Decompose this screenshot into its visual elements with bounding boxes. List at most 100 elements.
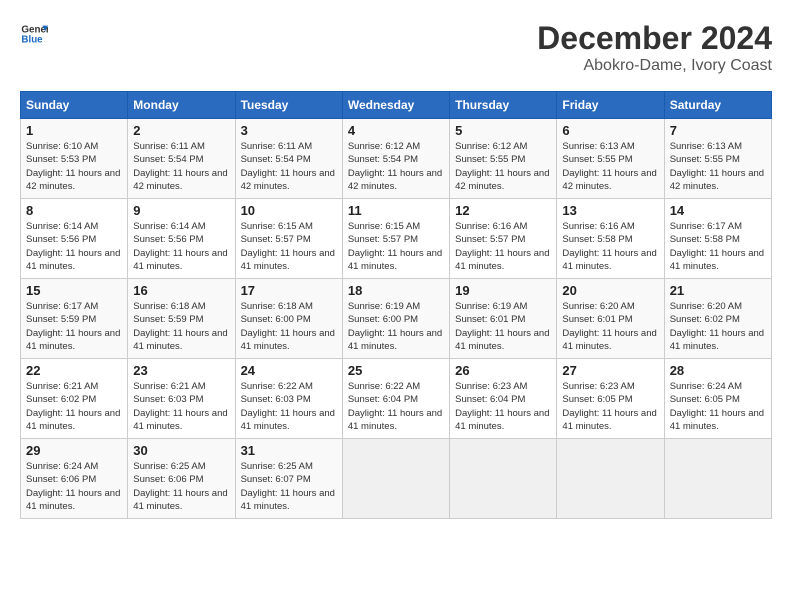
calendar-day-cell — [450, 439, 557, 519]
day-number: 23 — [133, 363, 229, 378]
day-number: 3 — [241, 123, 337, 138]
day-number: 9 — [133, 203, 229, 218]
day-info: Sunrise: 6:13 AMSunset: 5:55 PMDaylight:… — [670, 140, 766, 193]
day-number: 1 — [26, 123, 122, 138]
day-number: 30 — [133, 443, 229, 458]
weekday-header-cell: Monday — [128, 92, 235, 119]
logo-icon: General Blue — [20, 20, 48, 48]
day-info: Sunrise: 6:20 AMSunset: 6:01 PMDaylight:… — [562, 300, 658, 353]
calendar-day-cell: 17 Sunrise: 6:18 AMSunset: 6:00 PMDaylig… — [235, 279, 342, 359]
calendar-day-cell: 6 Sunrise: 6:13 AMSunset: 5:55 PMDayligh… — [557, 119, 664, 199]
day-number: 18 — [348, 283, 444, 298]
day-number: 17 — [241, 283, 337, 298]
calendar-day-cell: 27 Sunrise: 6:23 AMSunset: 6:05 PMDaylig… — [557, 359, 664, 439]
day-info: Sunrise: 6:19 AMSunset: 6:01 PMDaylight:… — [455, 300, 551, 353]
calendar-day-cell: 25 Sunrise: 6:22 AMSunset: 6:04 PMDaylig… — [342, 359, 449, 439]
day-info: Sunrise: 6:22 AMSunset: 6:03 PMDaylight:… — [241, 380, 337, 433]
day-info: Sunrise: 6:10 AMSunset: 5:53 PMDaylight:… — [26, 140, 122, 193]
day-number: 26 — [455, 363, 551, 378]
calendar-day-cell: 12 Sunrise: 6:16 AMSunset: 5:57 PMDaylig… — [450, 199, 557, 279]
calendar-week-row: 15 Sunrise: 6:17 AMSunset: 5:59 PMDaylig… — [21, 279, 772, 359]
day-info: Sunrise: 6:20 AMSunset: 6:02 PMDaylight:… — [670, 300, 766, 353]
day-info: Sunrise: 6:21 AMSunset: 6:02 PMDaylight:… — [26, 380, 122, 433]
day-info: Sunrise: 6:11 AMSunset: 5:54 PMDaylight:… — [241, 140, 337, 193]
day-number: 29 — [26, 443, 122, 458]
calendar-day-cell — [664, 439, 771, 519]
calendar-day-cell: 3 Sunrise: 6:11 AMSunset: 5:54 PMDayligh… — [235, 119, 342, 199]
calendar-day-cell: 4 Sunrise: 6:12 AMSunset: 5:54 PMDayligh… — [342, 119, 449, 199]
day-number: 6 — [562, 123, 658, 138]
day-info: Sunrise: 6:18 AMSunset: 5:59 PMDaylight:… — [133, 300, 229, 353]
day-info: Sunrise: 6:22 AMSunset: 6:04 PMDaylight:… — [348, 380, 444, 433]
day-info: Sunrise: 6:15 AMSunset: 5:57 PMDaylight:… — [348, 220, 444, 273]
calendar-day-cell: 26 Sunrise: 6:23 AMSunset: 6:04 PMDaylig… — [450, 359, 557, 439]
day-number: 24 — [241, 363, 337, 378]
day-info: Sunrise: 6:12 AMSunset: 5:55 PMDaylight:… — [455, 140, 551, 193]
day-number: 8 — [26, 203, 122, 218]
weekday-header-row: SundayMondayTuesdayWednesdayThursdayFrid… — [21, 92, 772, 119]
day-number: 19 — [455, 283, 551, 298]
weekday-header-cell: Wednesday — [342, 92, 449, 119]
weekday-header-cell: Thursday — [450, 92, 557, 119]
calendar-day-cell: 21 Sunrise: 6:20 AMSunset: 6:02 PMDaylig… — [664, 279, 771, 359]
day-info: Sunrise: 6:16 AMSunset: 5:58 PMDaylight:… — [562, 220, 658, 273]
calendar-day-cell: 20 Sunrise: 6:20 AMSunset: 6:01 PMDaylig… — [557, 279, 664, 359]
day-info: Sunrise: 6:23 AMSunset: 6:04 PMDaylight:… — [455, 380, 551, 433]
calendar-day-cell: 28 Sunrise: 6:24 AMSunset: 6:05 PMDaylig… — [664, 359, 771, 439]
day-info: Sunrise: 6:11 AMSunset: 5:54 PMDaylight:… — [133, 140, 229, 193]
calendar-day-cell: 7 Sunrise: 6:13 AMSunset: 5:55 PMDayligh… — [664, 119, 771, 199]
day-info: Sunrise: 6:12 AMSunset: 5:54 PMDaylight:… — [348, 140, 444, 193]
day-number: 27 — [562, 363, 658, 378]
calendar-day-cell: 1 Sunrise: 6:10 AMSunset: 5:53 PMDayligh… — [21, 119, 128, 199]
calendar-day-cell: 29 Sunrise: 6:24 AMSunset: 6:06 PMDaylig… — [21, 439, 128, 519]
calendar-week-row: 22 Sunrise: 6:21 AMSunset: 6:02 PMDaylig… — [21, 359, 772, 439]
day-info: Sunrise: 6:14 AMSunset: 5:56 PMDaylight:… — [133, 220, 229, 273]
calendar-day-cell: 18 Sunrise: 6:19 AMSunset: 6:00 PMDaylig… — [342, 279, 449, 359]
day-info: Sunrise: 6:17 AMSunset: 5:58 PMDaylight:… — [670, 220, 766, 273]
weekday-header-cell: Sunday — [21, 92, 128, 119]
day-info: Sunrise: 6:16 AMSunset: 5:57 PMDaylight:… — [455, 220, 551, 273]
day-number: 20 — [562, 283, 658, 298]
day-number: 25 — [348, 363, 444, 378]
day-info: Sunrise: 6:25 AMSunset: 6:06 PMDaylight:… — [133, 460, 229, 513]
day-number: 22 — [26, 363, 122, 378]
day-info: Sunrise: 6:24 AMSunset: 6:05 PMDaylight:… — [670, 380, 766, 433]
weekday-header-cell: Tuesday — [235, 92, 342, 119]
weekday-header-cell: Friday — [557, 92, 664, 119]
calendar-day-cell: 5 Sunrise: 6:12 AMSunset: 5:55 PMDayligh… — [450, 119, 557, 199]
calendar-day-cell: 16 Sunrise: 6:18 AMSunset: 5:59 PMDaylig… — [128, 279, 235, 359]
day-info: Sunrise: 6:15 AMSunset: 5:57 PMDaylight:… — [241, 220, 337, 273]
calendar-day-cell: 9 Sunrise: 6:14 AMSunset: 5:56 PMDayligh… — [128, 199, 235, 279]
calendar-table: SundayMondayTuesdayWednesdayThursdayFrid… — [20, 91, 772, 519]
calendar-day-cell: 11 Sunrise: 6:15 AMSunset: 5:57 PMDaylig… — [342, 199, 449, 279]
calendar-week-row: 1 Sunrise: 6:10 AMSunset: 5:53 PMDayligh… — [21, 119, 772, 199]
day-number: 11 — [348, 203, 444, 218]
day-number: 2 — [133, 123, 229, 138]
calendar-day-cell: 22 Sunrise: 6:21 AMSunset: 6:02 PMDaylig… — [21, 359, 128, 439]
month-title: December 2024 — [537, 20, 772, 57]
day-info: Sunrise: 6:17 AMSunset: 5:59 PMDaylight:… — [26, 300, 122, 353]
day-number: 21 — [670, 283, 766, 298]
day-number: 14 — [670, 203, 766, 218]
calendar-day-cell: 15 Sunrise: 6:17 AMSunset: 5:59 PMDaylig… — [21, 279, 128, 359]
calendar-day-cell: 23 Sunrise: 6:21 AMSunset: 6:03 PMDaylig… — [128, 359, 235, 439]
calendar-body: 1 Sunrise: 6:10 AMSunset: 5:53 PMDayligh… — [21, 119, 772, 519]
day-info: Sunrise: 6:14 AMSunset: 5:56 PMDaylight:… — [26, 220, 122, 273]
day-info: Sunrise: 6:24 AMSunset: 6:06 PMDaylight:… — [26, 460, 122, 513]
day-info: Sunrise: 6:19 AMSunset: 6:00 PMDaylight:… — [348, 300, 444, 353]
day-info: Sunrise: 6:18 AMSunset: 6:00 PMDaylight:… — [241, 300, 337, 353]
day-number: 5 — [455, 123, 551, 138]
calendar-day-cell: 14 Sunrise: 6:17 AMSunset: 5:58 PMDaylig… — [664, 199, 771, 279]
day-number: 12 — [455, 203, 551, 218]
logo: General Blue — [20, 20, 48, 48]
calendar-day-cell: 30 Sunrise: 6:25 AMSunset: 6:06 PMDaylig… — [128, 439, 235, 519]
calendar-week-row: 29 Sunrise: 6:24 AMSunset: 6:06 PMDaylig… — [21, 439, 772, 519]
calendar-day-cell: 13 Sunrise: 6:16 AMSunset: 5:58 PMDaylig… — [557, 199, 664, 279]
svg-text:Blue: Blue — [21, 34, 43, 45]
title-area: December 2024 Abokro-Dame, Ivory Coast — [537, 20, 772, 75]
calendar-day-cell: 24 Sunrise: 6:22 AMSunset: 6:03 PMDaylig… — [235, 359, 342, 439]
calendar-day-cell: 10 Sunrise: 6:15 AMSunset: 5:57 PMDaylig… — [235, 199, 342, 279]
day-info: Sunrise: 6:25 AMSunset: 6:07 PMDaylight:… — [241, 460, 337, 513]
day-number: 15 — [26, 283, 122, 298]
calendar-day-cell — [557, 439, 664, 519]
